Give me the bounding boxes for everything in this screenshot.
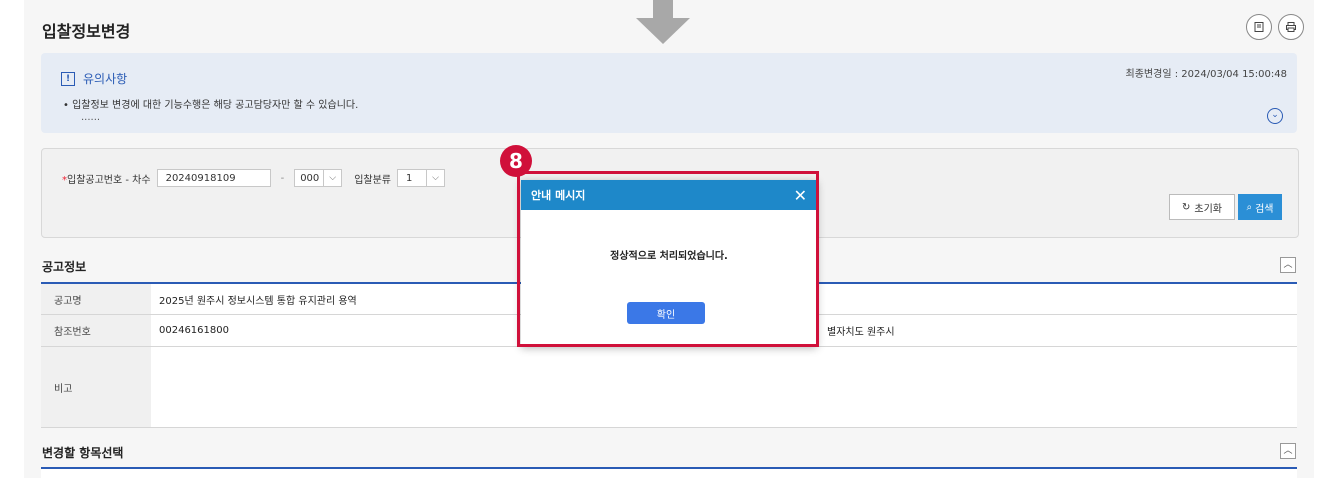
chevron-down-icon: ⌵ xyxy=(324,169,343,187)
highlight-frame xyxy=(517,171,819,347)
exclamation-icon: ! xyxy=(61,71,75,86)
category-select[interactable]: 1 ⌵ xyxy=(397,169,445,187)
category-value: 1 xyxy=(397,169,427,187)
info-section-title: 공고정보 xyxy=(42,260,87,274)
row-extra-value: 별자치도 원주시 xyxy=(827,327,895,338)
sequence-value: 000 xyxy=(294,169,325,187)
notice-heading: 유의사항 xyxy=(83,72,128,86)
change-items-section-title: 변경할 항목선택 xyxy=(42,446,124,460)
notice-number-label-text: 입찰공고번호 - 차수 xyxy=(67,174,151,186)
step-badge: 8 xyxy=(500,145,532,177)
bookmark-icon[interactable] xyxy=(1246,14,1272,40)
reset-button[interactable]: ↻ 초기화 xyxy=(1169,194,1235,220)
row-label: 비고 xyxy=(41,347,151,427)
category-label: 입찰분류 xyxy=(354,174,391,186)
separator: - xyxy=(280,172,285,184)
search-button[interactable]: ⌕ 검색 xyxy=(1238,194,1282,220)
print-icon[interactable] xyxy=(1278,14,1304,40)
notice-line: • 입찰정보 변경에 대한 기능수행은 해당 공고담당자만 할 수 있습니다. xyxy=(63,100,359,111)
change-items-table xyxy=(41,467,1297,480)
search-icon: ⌕ xyxy=(1246,201,1253,213)
chevron-down-icon[interactable]: ⌄ xyxy=(1267,108,1283,124)
row-label: 공고명 xyxy=(41,284,151,314)
table-row: 비고 xyxy=(41,347,1297,428)
page-title: 입찰정보변경 xyxy=(42,22,131,41)
refresh-icon: ↻ xyxy=(1182,201,1191,213)
row-label: 참조번호 xyxy=(41,315,151,346)
reset-label: 초기화 xyxy=(1194,203,1222,215)
notice-number-input[interactable]: 20240918109 xyxy=(156,169,271,187)
chevron-down-icon: ⌵ xyxy=(427,169,445,187)
chevron-up-icon[interactable]: ︿ xyxy=(1280,443,1296,459)
notice-panel: ! 유의사항 • 입찰정보 변경에 대한 기능수행은 해당 공고담당자만 할 수… xyxy=(41,53,1297,133)
sequence-select[interactable]: 000 ⌵ xyxy=(294,169,343,187)
notice-number-label: *입찰공고번호 - 차수 xyxy=(62,171,151,186)
row-value xyxy=(151,347,1297,427)
search-label: 검색 xyxy=(1255,203,1274,215)
down-arrow-decoration xyxy=(636,0,690,44)
chevron-up-icon[interactable]: ︿ xyxy=(1280,257,1296,273)
last-changed-date: 최종변경일 : 2024/03/04 15:00:48 xyxy=(1125,69,1287,80)
notice-ellipsis: ...... xyxy=(81,112,101,123)
